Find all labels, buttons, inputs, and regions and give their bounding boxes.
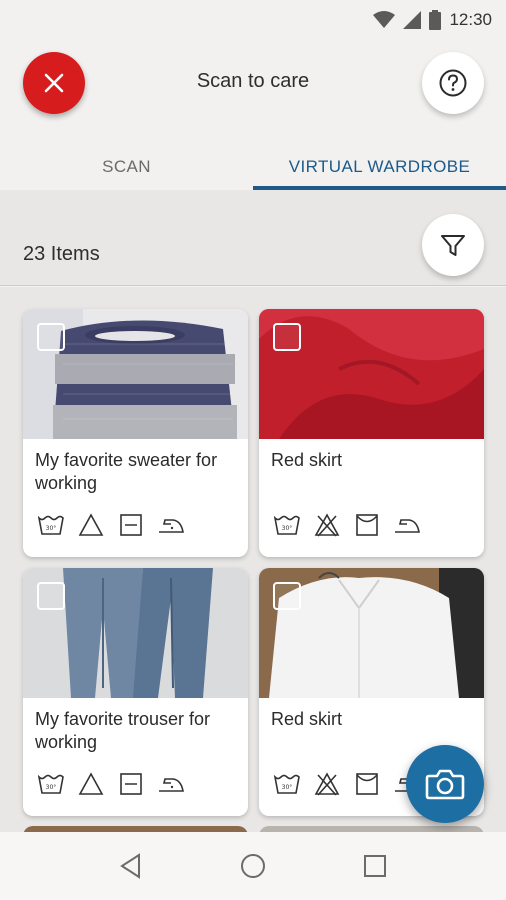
svg-text:30°: 30° (282, 784, 293, 791)
item-name: Red skirt (271, 709, 343, 729)
item-name: My favorite trouser for working (35, 709, 211, 752)
item-name: Red skirt (271, 450, 343, 470)
status-bar: 12:30 (0, 0, 506, 40)
wash-30-icon: 30° (37, 770, 65, 798)
item-select-checkbox[interactable] (37, 323, 65, 351)
iron-low-icon (157, 511, 185, 539)
item-name: My favorite sweater for working (35, 450, 218, 493)
wash-30-icon: 30° (273, 511, 301, 539)
wardrobe-item-card[interactable]: Red skirt 30° (259, 309, 484, 557)
care-symbols: 30° (37, 770, 185, 798)
no-bleach-icon (313, 511, 341, 539)
wash-30-icon: 30° (273, 770, 301, 798)
dry-flat-icon (117, 511, 145, 539)
help-icon (439, 69, 467, 97)
care-symbols: 30° (37, 511, 185, 539)
tab-scan[interactable]: SCAN (0, 146, 253, 190)
svg-text:30°: 30° (46, 784, 57, 791)
recents-icon (364, 855, 386, 877)
wardrobe-item-card[interactable]: My favorite sweater for working 30° (23, 309, 248, 557)
line-dry-icon (353, 511, 381, 539)
back-button[interactable] (111, 846, 151, 886)
bleach-any-icon (77, 511, 105, 539)
tab-virtual-wardrobe[interactable]: VIRTUAL WARDROBE (253, 146, 506, 190)
help-button[interactable] (422, 52, 484, 114)
dry-flat-icon (117, 770, 145, 798)
item-select-checkbox[interactable] (273, 582, 301, 610)
filter-icon (441, 235, 465, 256)
back-icon (120, 853, 140, 879)
recents-button[interactable] (355, 846, 395, 886)
wardrobe-item-card[interactable]: My favorite trouser for working 30° (23, 568, 248, 816)
wash-30-icon: 30° (37, 511, 65, 539)
signal-icon (403, 11, 422, 29)
wardrobe-toolbar: 23 Items (0, 190, 506, 286)
item-select-checkbox[interactable] (273, 323, 301, 351)
no-bleach-icon (313, 770, 341, 798)
system-nav-bar (0, 832, 506, 900)
tab-bar: SCAN VIRTUAL WARDROBE (0, 146, 506, 190)
care-symbols: 30° (273, 511, 421, 539)
battery-icon (429, 10, 442, 30)
app-bar: Scan to care (0, 50, 506, 116)
item-select-checkbox[interactable] (37, 582, 65, 610)
wifi-icon (373, 11, 396, 28)
items-count: 23 Items (23, 243, 100, 265)
status-time: 12:30 (449, 10, 492, 29)
home-button[interactable] (233, 846, 273, 886)
care-symbols: 30° (273, 770, 421, 798)
svg-text:30°: 30° (282, 525, 293, 532)
home-icon (241, 854, 265, 878)
line-dry-icon (353, 770, 381, 798)
scan-camera-button[interactable] (406, 745, 484, 823)
bleach-any-icon (77, 770, 105, 798)
iron-low-icon (157, 770, 185, 798)
filter-button[interactable] (422, 214, 484, 276)
camera-icon (425, 769, 465, 800)
iron-low-icon (393, 511, 421, 539)
svg-text:30°: 30° (46, 525, 57, 532)
